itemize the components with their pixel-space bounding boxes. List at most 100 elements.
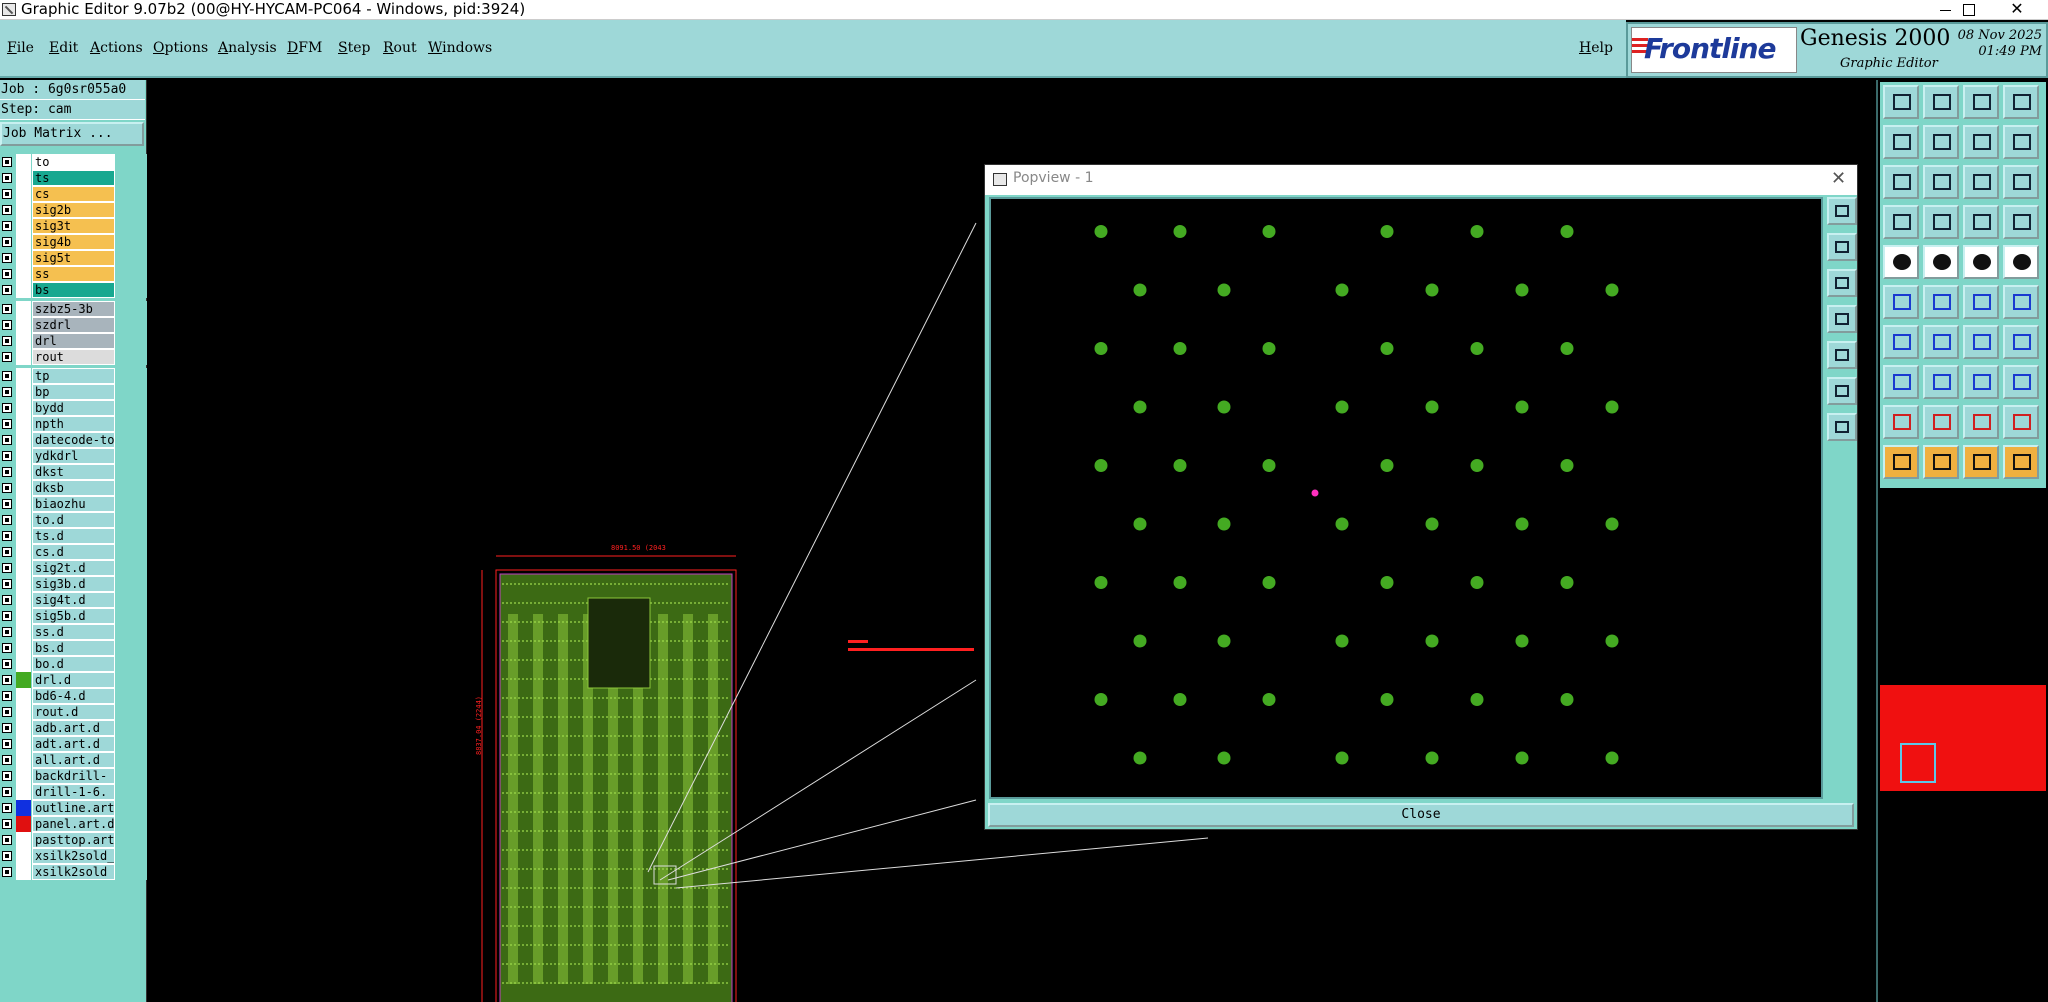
layer-name[interactable]: bs.d bbox=[32, 640, 115, 656]
layer-row[interactable]: xsilk2sold_l bbox=[0, 848, 147, 864]
layer-color-swatch[interactable] bbox=[16, 592, 31, 608]
layer-name[interactable]: sig2t.d bbox=[32, 560, 115, 576]
layer-color-swatch[interactable] bbox=[16, 464, 31, 480]
layer-color-swatch[interactable] bbox=[16, 752, 31, 768]
layer-color-swatch[interactable] bbox=[16, 784, 31, 800]
layer-color-swatch[interactable] bbox=[16, 250, 31, 266]
tool-button[interactable] bbox=[1963, 205, 1999, 239]
layer-color-swatch[interactable] bbox=[16, 234, 31, 250]
layer-row[interactable]: sig3b.d bbox=[0, 576, 147, 592]
layer-checkbox[interactable] bbox=[2, 627, 12, 637]
menu-windows[interactable]: Windows bbox=[428, 40, 492, 56]
layer-name[interactable]: rout bbox=[32, 349, 115, 365]
menu-step[interactable]: Step bbox=[338, 40, 370, 56]
tool-button[interactable] bbox=[2003, 245, 2039, 279]
layer-checkbox[interactable] bbox=[2, 723, 12, 733]
layer-color-swatch[interactable] bbox=[16, 576, 31, 592]
layer-row[interactable]: bo.d bbox=[0, 656, 147, 672]
layer-row[interactable]: to.d bbox=[0, 512, 147, 528]
popview-close-icon[interactable]: ✕ bbox=[1831, 168, 1846, 189]
layer-row[interactable]: all.art.d bbox=[0, 752, 147, 768]
layer-color-swatch[interactable] bbox=[16, 624, 31, 640]
layer-color-swatch[interactable] bbox=[16, 800, 31, 816]
popview-tool-button[interactable] bbox=[1827, 413, 1857, 441]
layer-color-swatch[interactable] bbox=[16, 282, 31, 298]
layer-row[interactable]: datecode-to bbox=[0, 432, 147, 448]
layer-row[interactable]: pasttop.art bbox=[0, 832, 147, 848]
tool-button[interactable] bbox=[1963, 125, 1999, 159]
layer-name[interactable]: cs bbox=[32, 186, 115, 202]
layer-color-swatch[interactable] bbox=[16, 704, 31, 720]
layer-color-swatch[interactable] bbox=[16, 480, 31, 496]
layer-checkbox[interactable] bbox=[2, 435, 12, 445]
tool-button[interactable] bbox=[1963, 85, 1999, 119]
layer-row[interactable]: sig4b bbox=[0, 234, 147, 250]
layer-checkbox[interactable] bbox=[2, 221, 12, 231]
layer-row[interactable]: cs.d bbox=[0, 544, 147, 560]
layer-color-swatch[interactable] bbox=[16, 544, 31, 560]
layer-checkbox[interactable] bbox=[2, 371, 12, 381]
tool-button[interactable] bbox=[1883, 445, 1919, 479]
layer-row[interactable]: ss bbox=[0, 266, 147, 282]
tool-button[interactable] bbox=[1923, 285, 1959, 319]
layer-color-swatch[interactable] bbox=[16, 864, 31, 880]
layer-color-swatch[interactable] bbox=[16, 640, 31, 656]
tool-button[interactable] bbox=[2003, 365, 2039, 399]
layer-checkbox[interactable] bbox=[2, 819, 12, 829]
layer-name[interactable]: bp bbox=[32, 384, 115, 400]
layer-checkbox[interactable] bbox=[2, 451, 12, 461]
layer-checkbox[interactable] bbox=[2, 387, 12, 397]
layer-checkbox[interactable] bbox=[2, 659, 12, 669]
layer-checkbox[interactable] bbox=[2, 320, 12, 330]
layer-name[interactable]: tp bbox=[32, 368, 115, 384]
layer-row[interactable]: to bbox=[0, 154, 147, 170]
layer-checkbox[interactable] bbox=[2, 803, 12, 813]
layer-checkbox[interactable] bbox=[2, 771, 12, 781]
layer-name[interactable]: sig5b.d bbox=[32, 608, 115, 624]
layer-name[interactable]: dkst bbox=[32, 464, 115, 480]
tool-button[interactable] bbox=[1923, 205, 1959, 239]
popview-tool-button[interactable] bbox=[1827, 197, 1857, 225]
layer-row[interactable]: panel.art.d bbox=[0, 816, 147, 832]
layer-color-swatch[interactable] bbox=[16, 186, 31, 202]
layer-checkbox[interactable] bbox=[2, 336, 12, 346]
layer-checkbox[interactable] bbox=[2, 595, 12, 605]
layer-name[interactable]: bo.d bbox=[32, 656, 115, 672]
layer-name[interactable]: sig3b.d bbox=[32, 576, 115, 592]
tool-button[interactable] bbox=[1963, 245, 1999, 279]
tool-button[interactable] bbox=[2003, 405, 2039, 439]
close-window-button[interactable]: ✕ bbox=[1994, 0, 2040, 20]
layer-checkbox[interactable] bbox=[2, 851, 12, 861]
tool-button[interactable] bbox=[2003, 445, 2039, 479]
tool-button[interactable] bbox=[1923, 165, 1959, 199]
tool-button[interactable] bbox=[1883, 205, 1919, 239]
layer-row[interactable]: npth bbox=[0, 416, 147, 432]
layer-row[interactable]: backdrill- bbox=[0, 768, 147, 784]
layer-name[interactable]: xsilk2sold bbox=[32, 864, 115, 880]
layer-name[interactable]: ts.d bbox=[32, 528, 115, 544]
layer-checkbox[interactable] bbox=[2, 531, 12, 541]
maximize-button[interactable] bbox=[1946, 0, 1992, 20]
layer-checkbox[interactable] bbox=[2, 173, 12, 183]
layer-name[interactable]: ts bbox=[32, 170, 115, 186]
layer-name[interactable]: dksb bbox=[32, 480, 115, 496]
layer-checkbox[interactable] bbox=[2, 515, 12, 525]
layer-name[interactable]: bydd bbox=[32, 400, 115, 416]
layer-color-swatch[interactable] bbox=[16, 349, 31, 365]
layer-color-swatch[interactable] bbox=[16, 672, 31, 688]
layer-row[interactable]: ts bbox=[0, 170, 147, 186]
tool-button[interactable] bbox=[2003, 285, 2039, 319]
layer-color-swatch[interactable] bbox=[16, 333, 31, 349]
layer-checkbox[interactable] bbox=[2, 403, 12, 413]
layer-color-swatch[interactable] bbox=[16, 720, 31, 736]
tool-button[interactable] bbox=[1963, 365, 1999, 399]
popview-tool-button[interactable] bbox=[1827, 341, 1857, 369]
tool-button[interactable] bbox=[1963, 405, 1999, 439]
layer-color-swatch[interactable] bbox=[16, 432, 31, 448]
layer-name[interactable]: sig5t bbox=[32, 250, 115, 266]
layer-checkbox[interactable] bbox=[2, 189, 12, 199]
layer-checkbox[interactable] bbox=[2, 611, 12, 621]
layer-row[interactable]: szdrl bbox=[0, 317, 147, 333]
layer-color-swatch[interactable] bbox=[16, 512, 31, 528]
layer-row[interactable]: ts.d bbox=[0, 528, 147, 544]
